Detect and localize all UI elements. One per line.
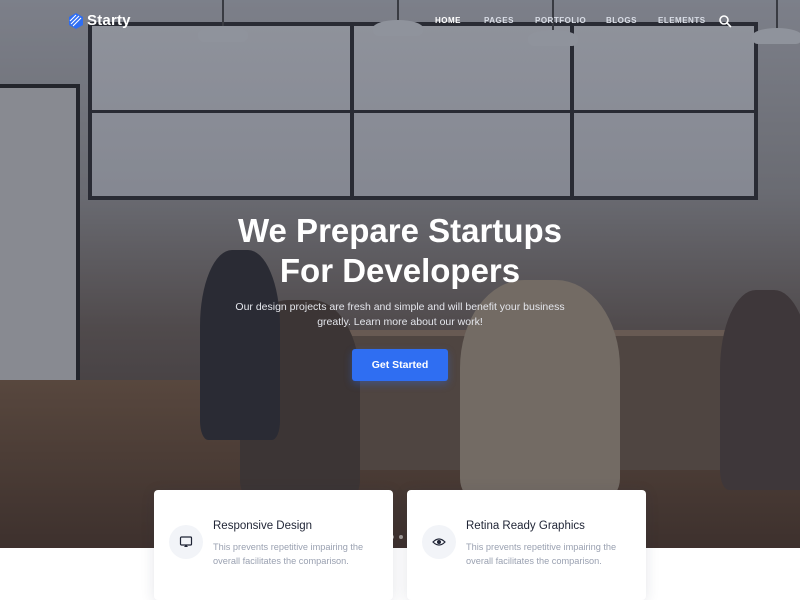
nav-item-home[interactable]: HOME (435, 16, 461, 25)
feature-title: Retina Ready Graphics (466, 520, 585, 532)
search-icon[interactable] (718, 14, 732, 28)
hero-title-line-2: For Developers (279, 252, 521, 289)
hero-subtitle-line-2: greatly. Learn more about our work! (317, 316, 483, 328)
nav-item-pages[interactable]: PAGES (484, 16, 514, 25)
logo-icon (69, 12, 83, 29)
brand-logo[interactable]: Starty (69, 12, 131, 29)
top-navigation: Starty HOME PAGES PORTFOLIO BLOGS ELEMEN… (0, 0, 800, 42)
feature-card-responsive: Responsive Design This prevents repetiti… (154, 490, 393, 600)
hero-section: Starty HOME PAGES PORTFOLIO BLOGS ELEMEN… (0, 0, 800, 548)
brand-name: Starty (87, 12, 131, 29)
hero-title-line-1: We Prepare Startups (237, 212, 562, 249)
hero-subtitle-line-1: Our design projects are fresh and simple… (235, 301, 565, 313)
feature-description: This prevents repetitive impairing the o… (213, 542, 364, 566)
feature-icon-wrap (422, 525, 456, 559)
nav-item-blogs[interactable]: BLOGS (606, 16, 637, 25)
slider-dot[interactable] (399, 535, 403, 539)
feature-card-retina: Retina Ready Graphics This prevents repe… (407, 490, 646, 600)
monitor-icon (179, 536, 193, 547)
get-started-button[interactable]: Get Started (352, 349, 448, 381)
feature-description: This prevents repetitive impairing the o… (466, 542, 617, 566)
nav-item-portfolio[interactable]: PORTFOLIO (535, 16, 586, 25)
feature-icon-wrap (169, 525, 203, 559)
eye-icon (432, 538, 446, 546)
feature-title: Responsive Design (213, 520, 313, 532)
nav-item-elements[interactable]: ELEMENTS (658, 16, 706, 25)
